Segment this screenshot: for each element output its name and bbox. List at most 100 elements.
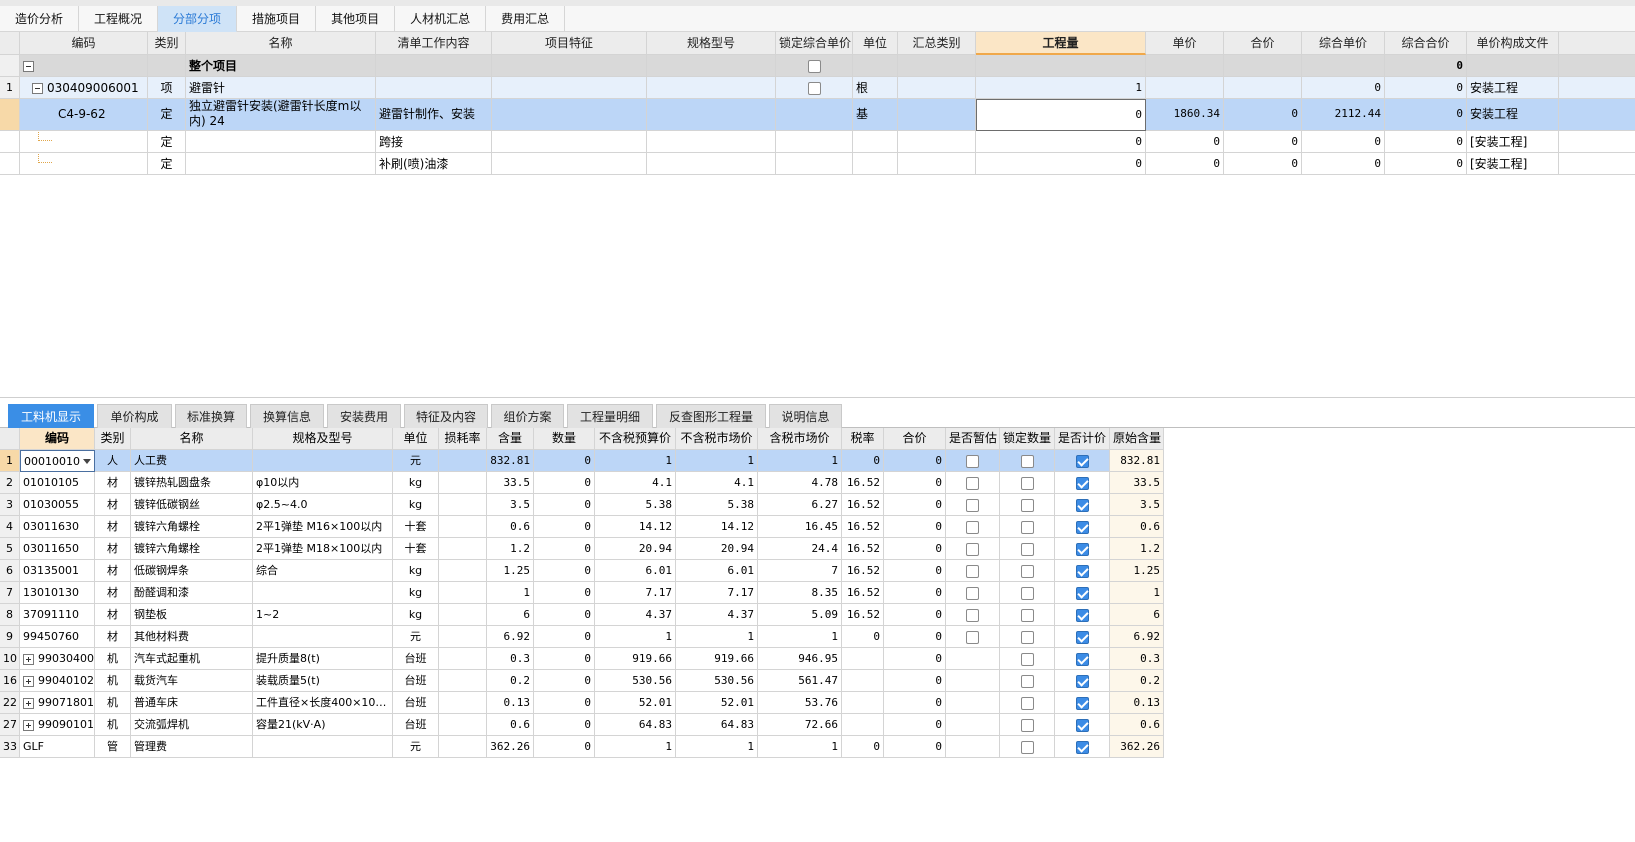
material-spec[interactable]: 容量21(kV·A) [253, 714, 393, 736]
material-budget-price[interactable]: 919.66 [595, 648, 676, 670]
tab-description[interactable]: 说明信息 [769, 404, 842, 428]
lock-amount-checkbox[interactable] [1020, 718, 1034, 732]
pane-splitter[interactable] [0, 397, 1635, 398]
lock-amount-checkbox[interactable] [1020, 476, 1034, 490]
provisional-checkbox[interactable] [966, 564, 979, 578]
material-spec[interactable]: φ2.5~4.0 [253, 494, 393, 516]
provisional-checkbox[interactable] [966, 542, 979, 556]
material-spec[interactable] [253, 450, 393, 472]
quota-name[interactable]: 独立避雷针安装(避雷针长度m以内) 24 [186, 99, 376, 131]
material-content[interactable]: 3.5 [487, 494, 534, 516]
material-budget-price[interactable]: 20.94 [595, 538, 676, 560]
material-market-price-tax[interactable]: 1 [758, 450, 842, 472]
material-amount[interactable]: 0 [534, 714, 595, 736]
material-unit[interactable]: 台班 [393, 648, 439, 670]
material-loss-rate[interactable] [439, 692, 487, 714]
col-header-comp-price[interactable]: 综合单价 [1302, 32, 1385, 55]
col-header-summary-type[interactable]: 汇总类别 [898, 32, 976, 55]
table-row[interactable]: 22 990718010 机普通车床 工件直径×长度400×10… 台班 0.13 0 52.… [0, 692, 1164, 714]
material-market-price[interactable]: 7.17 [676, 582, 758, 604]
material-market-price-tax[interactable]: 561.47 [758, 670, 842, 692]
material-budget-price[interactable]: 7.17 [595, 582, 676, 604]
material-tax-rate[interactable]: 16.52 [842, 582, 884, 604]
expand-icon[interactable] [23, 697, 34, 709]
priced-checkbox[interactable] [1075, 674, 1089, 688]
provisional-checkbox[interactable] [966, 630, 979, 644]
material-code[interactable]: GLF [20, 736, 95, 758]
material-tax-rate[interactable]: 16.52 [842, 516, 884, 538]
table-row[interactable]: 9 99450760 材其他材料费元 6.92 0 1 1 1 0 0 6.92 [0, 626, 1164, 648]
collapse-icon[interactable] [23, 61, 34, 72]
material-content[interactable]: 1 [487, 582, 534, 604]
provisional-checkbox[interactable] [966, 520, 979, 534]
material-spec[interactable]: 1~2 [253, 604, 393, 626]
material-amount[interactable]: 0 [534, 582, 595, 604]
table-row[interactable]: 5 03011650 材镀锌六角螺栓 2平1弹垫 M18×100以内 十套 1.2 0 20.… [0, 538, 1164, 560]
material-amount[interactable]: 0 [534, 538, 595, 560]
col-header-loss-rate[interactable]: 损耗率 [439, 428, 487, 450]
table-row[interactable]: 16 990401020 机载货汽车 装载质量5(t) 台班 0.2 0 530.56 530.… [0, 670, 1164, 692]
priced-checkbox[interactable] [1075, 740, 1089, 754]
material-unit[interactable]: 台班 [393, 670, 439, 692]
material-tax-rate[interactable]: 0 [842, 626, 884, 648]
col-header-original-content[interactable]: 原始含量 [1110, 428, 1164, 450]
lock-amount-checkbox[interactable] [1020, 586, 1034, 600]
tab-standard-conversion[interactable]: 标准换算 [175, 404, 247, 428]
col-header-code[interactable]: 编码 [20, 32, 148, 55]
row-quota-sub[interactable]: 定 补刷(喷)油漆 0 0 0 0 0 [安装工程] [0, 153, 1635, 175]
priced-checkbox[interactable] [1075, 498, 1089, 512]
sub-work-content[interactable]: 补刷(喷)油漆 [376, 153, 492, 175]
priced-checkbox[interactable] [1075, 630, 1089, 644]
row-quota-sub[interactable]: 定 跨接 0 0 0 0 0 [安装工程] [0, 131, 1635, 153]
material-loss-rate[interactable] [439, 626, 487, 648]
priced-checkbox[interactable] [1075, 476, 1089, 490]
lock-amount-checkbox[interactable] [1020, 564, 1034, 578]
material-market-price[interactable]: 1 [676, 736, 758, 758]
material-unit[interactable]: 元 [393, 736, 439, 758]
material-name[interactable]: 镀锌六角螺栓 [131, 516, 253, 538]
lock-amount-checkbox[interactable] [1020, 674, 1034, 688]
material-market-price-tax[interactable]: 1 [758, 736, 842, 758]
material-budget-price[interactable]: 6.01 [595, 560, 676, 582]
lock-price-checkbox[interactable] [807, 82, 821, 95]
tab-quantity-detail[interactable]: 工程量明细 [567, 404, 653, 428]
material-amount[interactable]: 0 [534, 450, 595, 472]
material-amount[interactable]: 0 [534, 692, 595, 714]
expand-icon[interactable] [23, 719, 34, 731]
material-market-price[interactable]: 1 [676, 450, 758, 472]
lock-amount-checkbox[interactable] [1020, 498, 1034, 512]
material-name[interactable]: 载货汽车 [131, 670, 253, 692]
col-header-unit[interactable]: 单位 [853, 32, 898, 55]
col-header-budget-price[interactable]: 不含税预算价 [595, 428, 676, 450]
row-bill-item[interactable]: 1 030409006001 项 避雷针 根 1 0 0 安装工程 [0, 77, 1635, 99]
col-header-name[interactable]: 名称 [186, 32, 376, 55]
material-tax-rate[interactable]: 16.52 [842, 494, 884, 516]
col-header-name[interactable]: 名称 [131, 428, 253, 450]
priced-checkbox[interactable] [1075, 696, 1089, 710]
material-spec[interactable] [253, 582, 393, 604]
tab-measures[interactable]: 措施项目 [237, 6, 317, 32]
material-budget-price[interactable]: 530.56 [595, 670, 676, 692]
priced-checkbox[interactable] [1075, 520, 1089, 534]
material-code[interactable]: 37091110 [20, 604, 95, 626]
material-content[interactable]: 0.6 [487, 516, 534, 538]
material-code[interactable]: 990401020 [20, 670, 95, 692]
tab-project-overview[interactable]: 工程概况 [79, 6, 159, 32]
table-row[interactable]: 7 13010130 材酚醛调和漆 kg 1 0 7.17 7.17 8.35 16.52 0 1 [0, 582, 1164, 604]
material-market-price[interactable]: 1 [676, 626, 758, 648]
quota-quantity-input[interactable]: 0 [976, 99, 1146, 131]
dropdown-arrow-icon[interactable] [83, 459, 91, 464]
material-code[interactable]: 01030055 [20, 494, 95, 516]
material-unit[interactable]: 元 [393, 626, 439, 648]
col-header-market-price[interactable]: 不含税市场价 [676, 428, 758, 450]
sub-quantity[interactable]: 0 [976, 153, 1146, 175]
tree-cell[interactable] [20, 55, 148, 77]
material-code[interactable]: 03011630 [20, 516, 95, 538]
material-tax-rate[interactable]: 16.52 [842, 538, 884, 560]
material-spec[interactable]: 提升质量8(t) [253, 648, 393, 670]
provisional-checkbox[interactable] [966, 476, 979, 490]
material-loss-rate[interactable] [439, 648, 487, 670]
bill-item-quantity[interactable]: 1 [976, 77, 1146, 99]
material-name[interactable]: 普通车床 [131, 692, 253, 714]
material-market-price[interactable]: 4.1 [676, 472, 758, 494]
